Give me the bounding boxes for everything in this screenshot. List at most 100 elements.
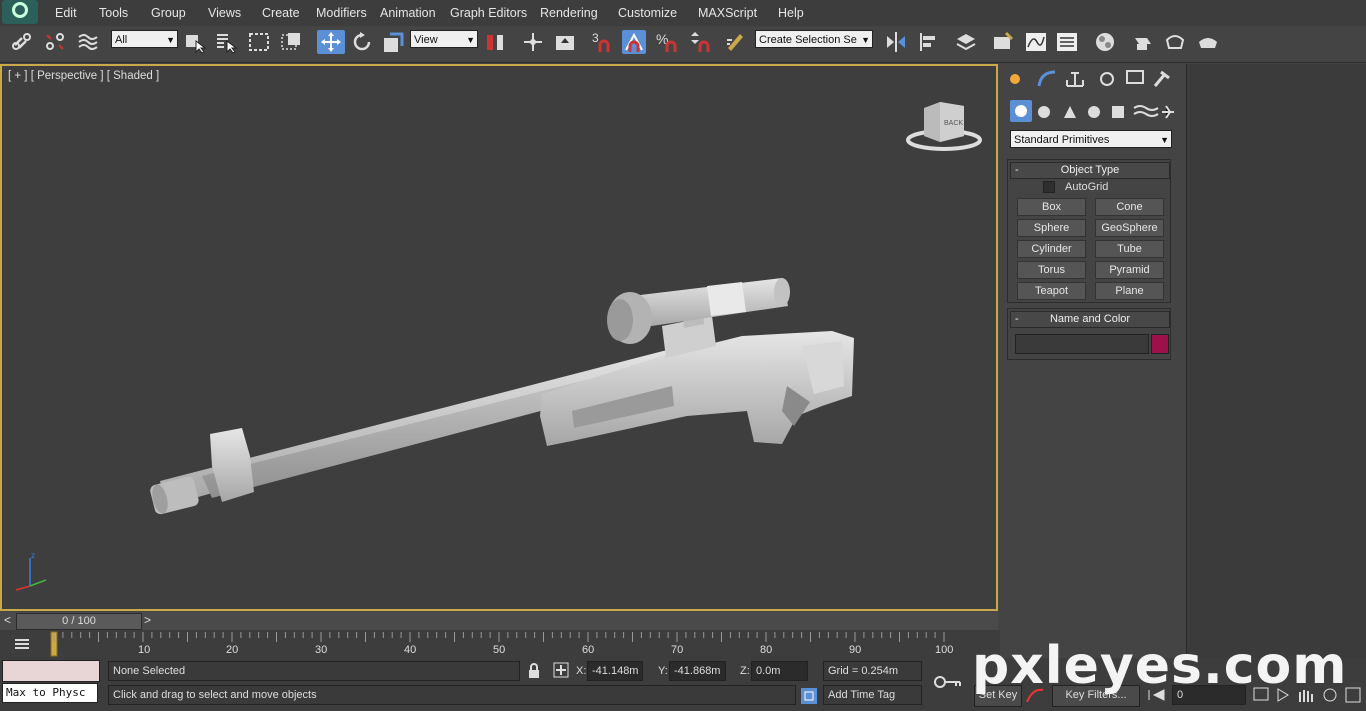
command-panel-tabs (1010, 70, 1170, 87)
menu-graph-editors[interactable]: Graph Editors (450, 6, 527, 20)
move-icon[interactable] (317, 30, 345, 54)
y-coordinate-field[interactable]: -41.868m (669, 661, 726, 681)
menu-rendering[interactable]: Rendering (540, 6, 598, 20)
rotate-icon[interactable] (350, 30, 374, 54)
rectangular-selection-icon[interactable] (247, 30, 271, 54)
time-slider-thumb[interactable]: 0 / 100 (16, 613, 142, 630)
select-object-icon[interactable] (183, 30, 207, 54)
render-production-icon[interactable] (1196, 30, 1220, 54)
geometry-category-button[interactable] (1010, 100, 1032, 122)
pivot-point-icon[interactable] (484, 30, 508, 54)
keyboard-shortcut-override-icon[interactable] (553, 30, 577, 54)
menu-help[interactable]: Help (778, 6, 804, 20)
align-icon[interactable] (917, 30, 941, 54)
x-coordinate-field[interactable]: -41.148m (587, 661, 643, 681)
menu-modifiers[interactable]: Modifiers (316, 6, 367, 20)
axis-tripod-icon: z (15, 551, 47, 591)
systems-icon (1162, 105, 1174, 119)
manipulate-icon[interactable] (521, 30, 545, 54)
select-by-name-icon[interactable] (214, 30, 238, 54)
geosphere-button[interactable]: GeoSphere (1095, 219, 1164, 237)
z-coordinate-field[interactable]: 0.0m (751, 661, 808, 681)
maxscript-listener-pink[interactable] (2, 660, 100, 682)
autogrid-label: AutoGrid (1065, 181, 1109, 193)
menu-customize[interactable]: Customize (618, 6, 677, 20)
percent-snap-icon[interactable]: % (655, 30, 679, 54)
object-color-swatch[interactable] (1151, 334, 1169, 354)
autogrid-checkbox[interactable] (1043, 181, 1055, 193)
mini-curve-editor-icon[interactable] (12, 634, 32, 654)
perspective-viewport[interactable]: [ + ] [ Perspective ] [ Shaded ] BACK z (0, 64, 998, 611)
x-label: X: (576, 665, 587, 677)
time-prev-arrow[interactable]: < (4, 613, 11, 627)
teapot-button[interactable]: Teapot (1017, 282, 1086, 300)
link-icon[interactable] (10, 30, 34, 54)
reference-coordinate-dropdown[interactable]: View ▼ (410, 30, 478, 48)
display-tab-icon (1126, 70, 1144, 84)
box-button[interactable]: Box (1017, 198, 1086, 216)
name-and-color-header[interactable]: - Name and Color (1010, 311, 1170, 328)
cone-button[interactable]: Cone (1095, 198, 1164, 216)
unlink-icon[interactable] (43, 30, 67, 54)
space-warps-icon (1133, 105, 1159, 117)
viewcube-icon[interactable]: BACK (902, 96, 986, 156)
bind-space-warp-icon[interactable] (76, 30, 100, 54)
viewport-label[interactable]: [ + ] [ Perspective ] [ Shaded ] (8, 70, 159, 82)
spinner-snap-icon[interactable] (688, 30, 712, 54)
sphere-icon (1015, 105, 1027, 117)
application-button[interactable] (2, 0, 38, 24)
main-toolbar: All ▼ View ▼ 3 % Create Selection Se ▼ (0, 26, 1366, 63)
scale-icon[interactable] (382, 30, 406, 54)
edit-named-selection-icon[interactable] (724, 30, 748, 54)
object-type-rollout: - Object Type AutoGrid Box Cone Sphere Ge… (1007, 159, 1171, 303)
mirror-icon[interactable] (884, 30, 908, 54)
tick-40: 40 (404, 644, 417, 656)
snaps-toggle-icon[interactable]: 3 (590, 30, 614, 54)
menu-group[interactable]: Group (151, 6, 186, 20)
tick-50: 50 (493, 644, 506, 656)
torus-button[interactable]: Torus (1017, 261, 1086, 279)
add-time-tag[interactable]: Add Time Tag (823, 685, 922, 705)
menu-tools[interactable]: Tools (99, 6, 128, 20)
layer-manager-icon[interactable] (954, 30, 978, 54)
rendered-frame-window-icon[interactable] (1163, 30, 1187, 54)
object-name-field[interactable] (1015, 334, 1149, 354)
menu-bar: Edit Tools Group Views Create Modifiers … (0, 0, 1366, 27)
tick-90: 90 (849, 644, 862, 656)
tube-button[interactable]: Tube (1095, 240, 1164, 258)
track-bar[interactable]: 10 20 30 40 50 60 70 80 90 100 (0, 630, 1000, 658)
selection-lock-icon[interactable] (527, 663, 541, 679)
named-selection-set-dropdown[interactable]: Create Selection Se ▼ (755, 30, 873, 48)
plane-button[interactable]: Plane (1095, 282, 1164, 300)
curve-editor-icon[interactable] (1024, 30, 1048, 54)
pyramid-button[interactable]: Pyramid (1095, 261, 1164, 279)
menu-views[interactable]: Views (208, 6, 241, 20)
key-icon[interactable] (934, 674, 962, 690)
window-crossing-icon[interactable] (279, 30, 303, 54)
menu-create[interactable]: Create (262, 6, 300, 20)
primitive-category-dropdown[interactable]: Standard Primitives ▼ (1010, 130, 1172, 148)
object-type-header[interactable]: - Object Type (1010, 162, 1170, 179)
maxscript-mini-listener[interactable]: Max to Physc (2, 683, 98, 703)
cameras-icon (1088, 106, 1100, 118)
tick-70: 70 (671, 644, 684, 656)
time-slider[interactable]: < 0 / 100 > (0, 612, 998, 630)
menu-animation[interactable]: Animation (380, 6, 436, 20)
menu-edit[interactable]: Edit (55, 6, 77, 20)
schematic-view-icon[interactable] (1055, 30, 1079, 54)
material-editor-icon[interactable] (1093, 30, 1117, 54)
create-category-icons[interactable] (1036, 102, 1176, 122)
sniper-rifle-model[interactable] (142, 206, 862, 516)
render-setup-icon[interactable] (1131, 30, 1155, 54)
cylinder-button[interactable]: Cylinder (1017, 240, 1086, 258)
sphere-button[interactable]: Sphere (1017, 219, 1086, 237)
time-next-arrow[interactable]: > (144, 613, 151, 627)
menu-maxscript[interactable]: MAXScript (698, 6, 757, 20)
selection-filter-dropdown[interactable]: All ▼ (111, 30, 178, 48)
absolute-mode-transform-icon[interactable] (553, 662, 569, 678)
angle-snap-icon[interactable] (622, 30, 646, 54)
maximize-viewport-icon (1345, 687, 1361, 703)
graphite-modeling-tools-icon[interactable] (991, 30, 1015, 54)
name-and-color-rollout: - Name and Color (1007, 308, 1171, 360)
isolate-selection-icon[interactable] (800, 687, 818, 705)
